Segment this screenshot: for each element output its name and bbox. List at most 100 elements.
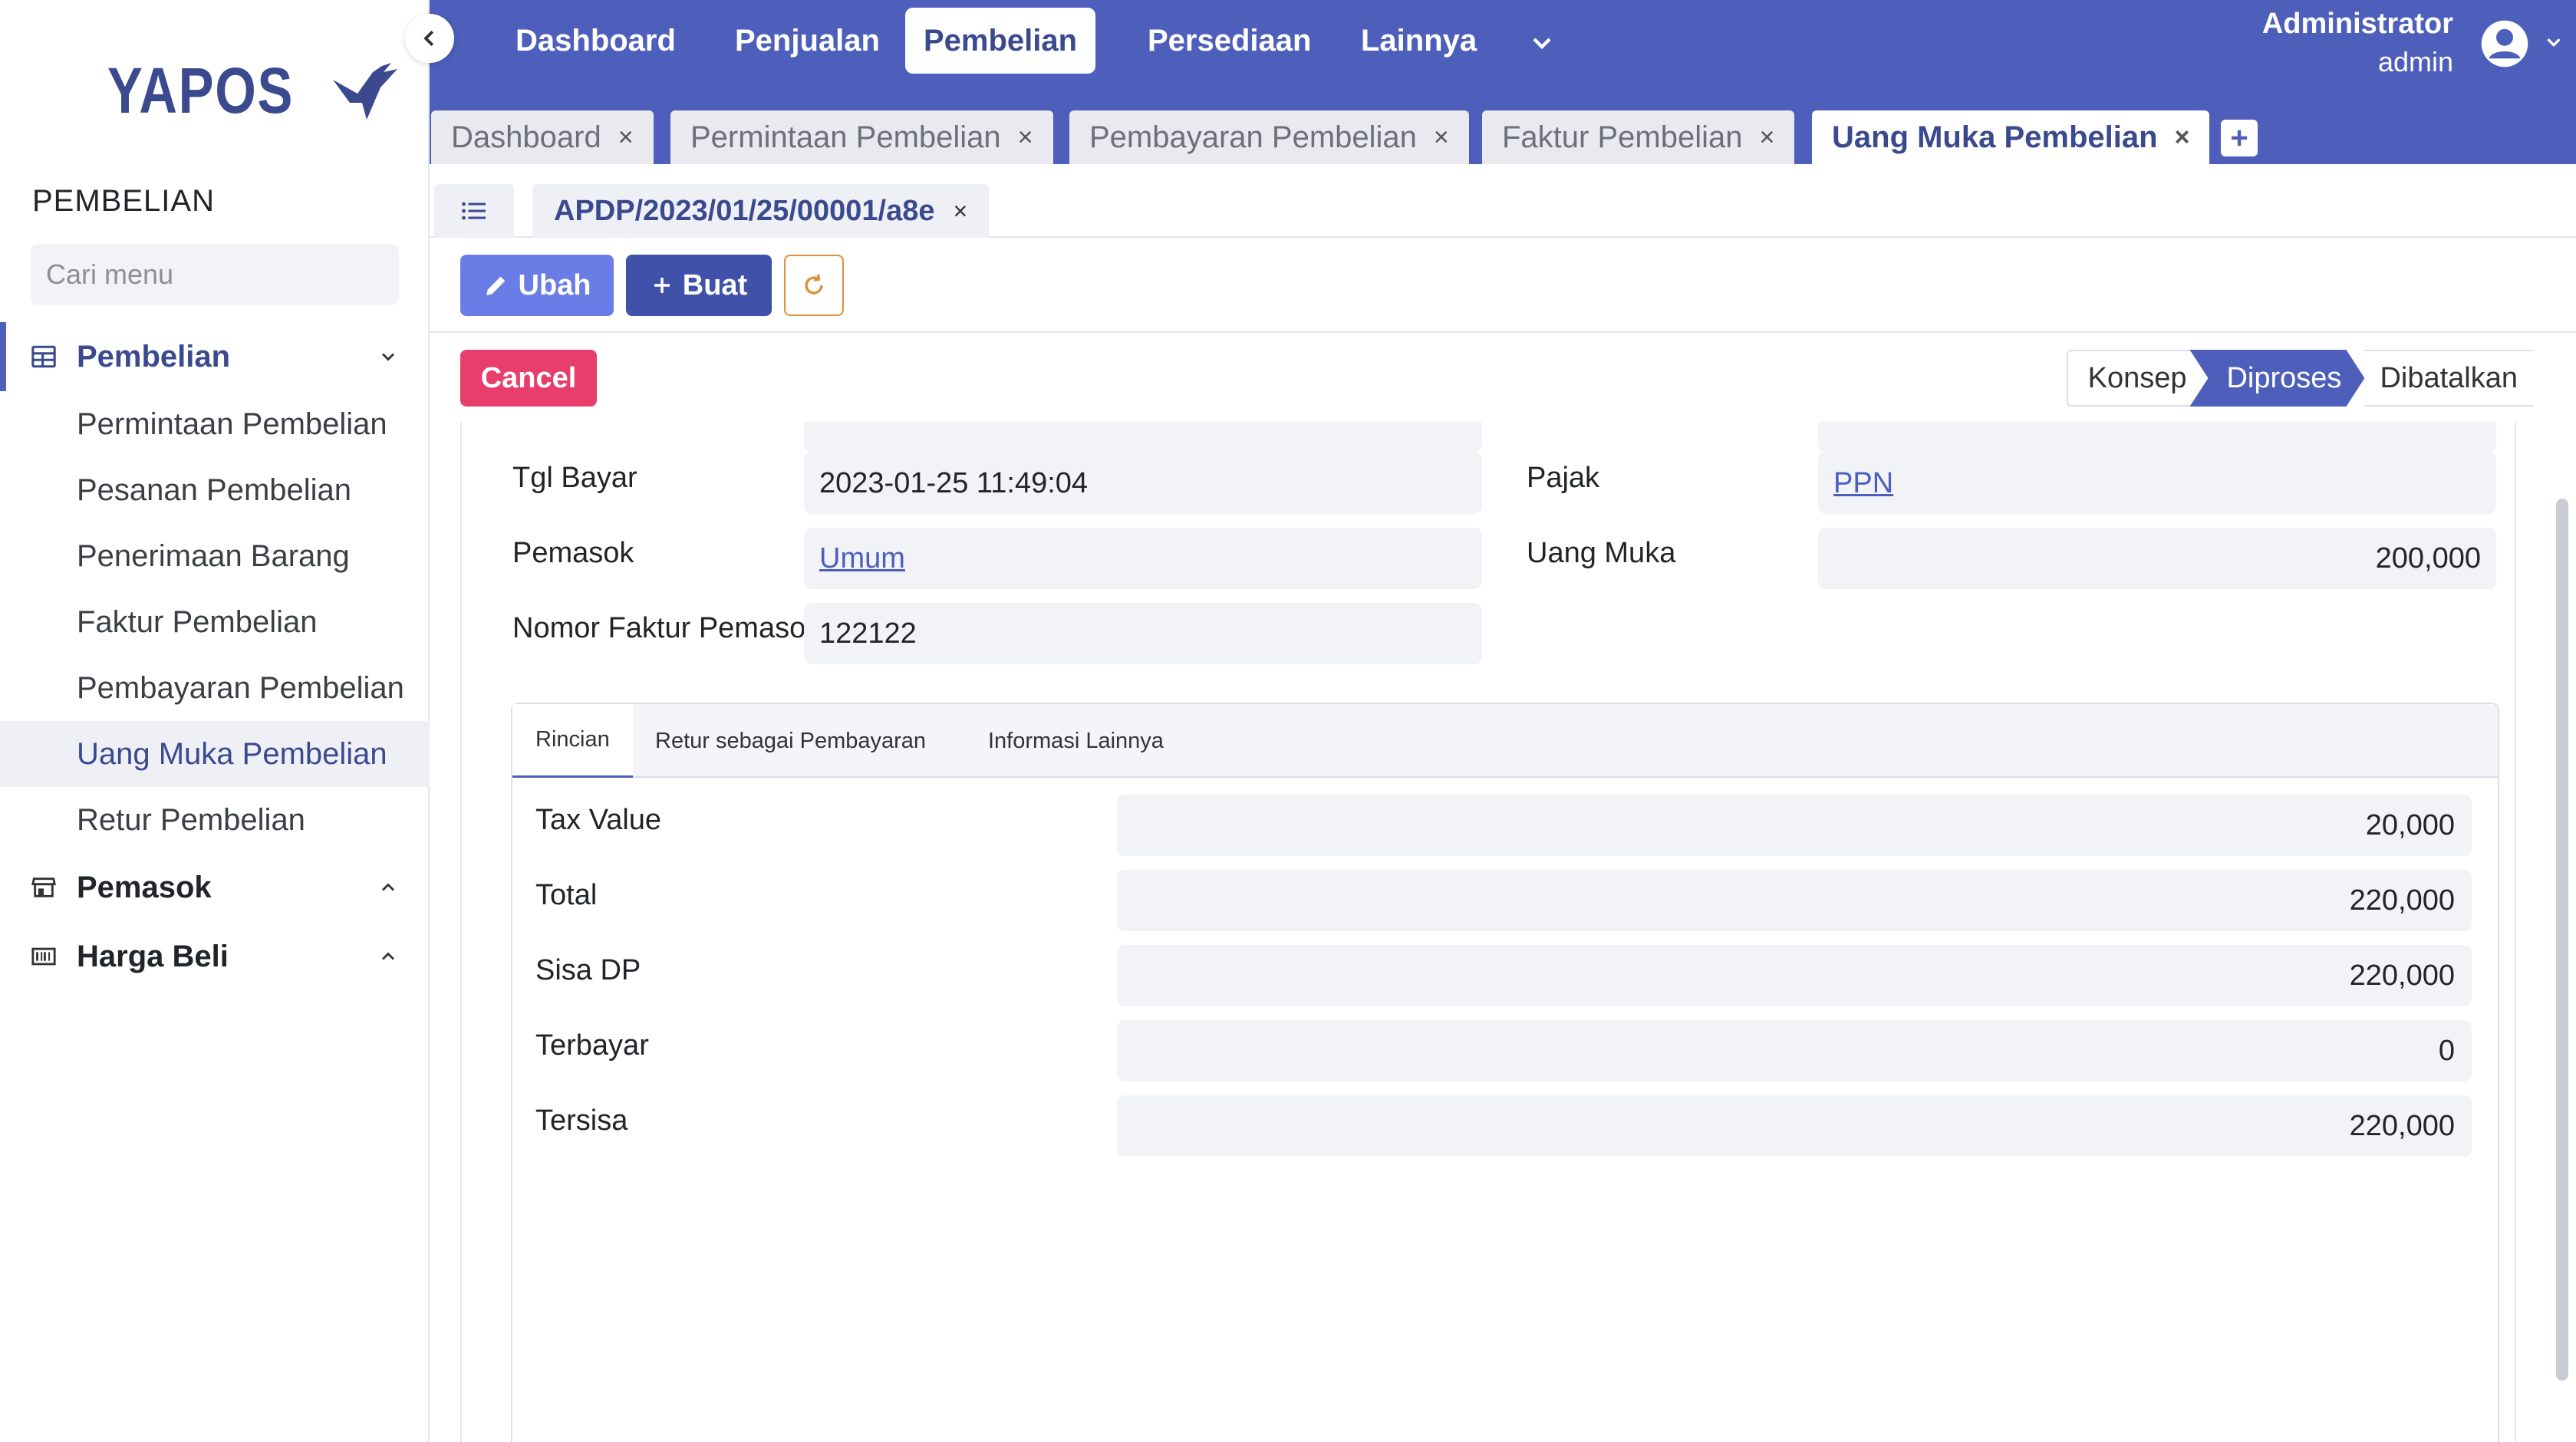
- tab-faktur-pembelian[interactable]: Faktur Pembelian ×: [1482, 110, 1795, 164]
- chevron-down-icon: [382, 353, 394, 361]
- close-icon[interactable]: ×: [618, 123, 634, 153]
- user-info[interactable]: Administrator admin: [2262, 5, 2453, 81]
- refresh-button[interactable]: [784, 255, 844, 316]
- sidebar-item-retur-pembelian[interactable]: Retur Pembelian: [0, 787, 430, 853]
- tax-value-field[interactable]: 20,000: [1117, 795, 2472, 856]
- document-number: APDP/2023/01/25/00001/a8e: [554, 194, 935, 227]
- sidebar-collapse-button[interactable]: [405, 14, 454, 63]
- logo-text: YAPOS: [107, 54, 295, 127]
- tab-rincian[interactable]: Rincian: [512, 704, 633, 778]
- row-label-sisa-dp: Sisa DP: [535, 954, 641, 986]
- table-icon: [31, 345, 56, 368]
- edit-button[interactable]: Ubah: [460, 255, 614, 316]
- page-scrollbar[interactable]: [2556, 499, 2568, 1381]
- clipped-field: [1818, 422, 2496, 453]
- cancel-button[interactable]: Cancel: [460, 350, 597, 407]
- tab-label: Uang Muka Pembelian: [1832, 120, 2158, 154]
- nav-lainnya[interactable]: Lainnya: [1342, 8, 1495, 74]
- stage-diproses[interactable]: Diproses: [2189, 350, 2364, 407]
- sidebar-group-label: Pemasok: [77, 870, 212, 904]
- nav-penjualan[interactable]: Penjualan: [716, 8, 898, 74]
- field-label-tgl-bayar: Tgl Bayar: [512, 462, 637, 494]
- sidebar-section-title: PEMBELIAN: [32, 184, 215, 218]
- field-label-nomor-faktur-pemasok: Nomor Faktur Pemasok: [512, 612, 821, 644]
- field-label-pajak: Pajak: [1527, 462, 1600, 494]
- tab-label: Pembayaran Pembelian: [1089, 120, 1417, 154]
- detail-tabs: Rincian Retur sebagai Pembayaran Informa…: [512, 704, 2498, 778]
- row-label-total: Total: [535, 879, 598, 911]
- sidebar-item-uang-muka-pembelian[interactable]: Uang Muka Pembelian: [0, 721, 430, 787]
- uang-muka-field[interactable]: 200,000: [1818, 528, 2496, 589]
- tersisa-field[interactable]: 220,000: [1117, 1095, 2472, 1157]
- close-icon[interactable]: ×: [1018, 123, 1033, 153]
- stage-dibatalkan[interactable]: Dibatalkan: [2364, 350, 2551, 407]
- create-button[interactable]: Buat: [626, 255, 772, 316]
- status-stages: Konsep Diproses Dibatalkan: [2066, 350, 2551, 407]
- tab-pembayaran-pembelian[interactable]: Pembayaran Pembelian ×: [1069, 110, 1469, 164]
- add-tab-button[interactable]: +: [2221, 120, 2258, 156]
- sidebar-group-label: Harga Beli: [77, 939, 229, 973]
- create-button-label: Buat: [682, 268, 748, 301]
- nomor-faktur-pemasok-field[interactable]: 122122: [804, 603, 1482, 664]
- sidebar-item-pembayaran-pembelian[interactable]: Pembayaran Pembelian: [0, 655, 430, 721]
- sidebar: YAPOS PEMBELIAN Pembelian: [0, 0, 430, 1442]
- user-avatar-icon[interactable]: [2479, 18, 2530, 69]
- row-label-terbayar: Terbayar: [535, 1029, 649, 1062]
- terbayar-field[interactable]: 0: [1117, 1020, 2472, 1082]
- document-tab[interactable]: APDP/2023/01/25/00001/a8e ×: [532, 184, 990, 238]
- chevron-down-icon[interactable]: [1527, 28, 1557, 58]
- chevron-up-icon: [382, 883, 394, 891]
- menu-search-input[interactable]: [46, 258, 403, 291]
- tab-dashboard[interactable]: Dashboard ×: [431, 110, 654, 164]
- close-icon[interactable]: ×: [1434, 123, 1449, 153]
- tab-label: Dashboard: [451, 120, 601, 154]
- sidebar-item-pesanan-pembelian[interactable]: Pesanan Pembelian: [0, 457, 430, 523]
- chevron-down-icon[interactable]: [2542, 31, 2565, 54]
- sidebar-group-pembelian[interactable]: Pembelian: [0, 322, 430, 391]
- open-tabs-bar: Dashboard × Permintaan Pembelian × Pemba…: [430, 91, 2576, 164]
- sidebar-item-permintaan-pembelian[interactable]: Permintaan Pembelian: [0, 391, 430, 457]
- detail-tabs-card: Rincian Retur sebagai Pembayaran Informa…: [511, 703, 2499, 1442]
- pajak-link[interactable]: PPN: [1818, 453, 2496, 514]
- tab-retur-sebagai-pembayaran[interactable]: Retur sebagai Pembayaran: [632, 704, 949, 778]
- top-navbar: Dashboard Penjualan Pembelian Persediaan…: [430, 0, 2576, 91]
- chevron-up-icon: [382, 952, 394, 960]
- stage-konsep[interactable]: Konsep: [2066, 350, 2205, 407]
- plus-icon: [654, 278, 670, 293]
- tab-label: Faktur Pembelian: [1502, 120, 1743, 154]
- tgl-bayar-field[interactable]: 2023-01-25 11:49:04: [804, 453, 1482, 514]
- clipped-field: [804, 422, 1482, 453]
- row-label-tax-value: Tax Value: [535, 804, 662, 836]
- close-icon[interactable]: ×: [1759, 123, 1774, 153]
- edit-button-label: Ubah: [518, 268, 591, 301]
- tab-permintaan-pembelian[interactable]: Permintaan Pembelian ×: [670, 110, 1053, 164]
- sidebar-group-harga-beli[interactable]: Harga Beli: [0, 922, 430, 991]
- form-area: Tgl Bayar 2023-01-25 11:49:04 Pemasok Um…: [460, 422, 2516, 1442]
- close-icon[interactable]: ×: [954, 197, 968, 226]
- total-field[interactable]: 220,000: [1117, 870, 2472, 931]
- chevron-left-icon: [423, 30, 434, 47]
- document-tabs-bar: APDP/2023/01/25/00001/a8e ×: [430, 164, 2576, 238]
- tab-informasi-lainnya[interactable]: Informasi Lainnya: [965, 704, 1187, 778]
- close-icon[interactable]: ×: [2175, 123, 2190, 153]
- sidebar-item-faktur-pembelian[interactable]: Faktur Pembelian: [0, 589, 430, 655]
- nav-persediaan[interactable]: Persediaan: [1129, 8, 1329, 74]
- list-view-button[interactable]: [434, 184, 514, 238]
- sidebar-group-label: Pembelian: [77, 339, 231, 374]
- pencil-icon: [486, 276, 505, 295]
- nav-dashboard[interactable]: Dashboard: [497, 8, 694, 74]
- row-label-tersisa: Tersisa: [535, 1105, 628, 1137]
- sisa-dp-field[interactable]: 220,000: [1117, 945, 2472, 1006]
- logo[interactable]: YAPOS: [107, 54, 404, 128]
- field-label-uang-muka: Uang Muka: [1527, 537, 1676, 569]
- menu-search: [31, 244, 403, 305]
- nav-pembelian[interactable]: Pembelian: [905, 8, 1096, 74]
- barcode-icon: [31, 947, 56, 966]
- sidebar-item-penerimaan-barang[interactable]: Penerimaan Barang: [0, 523, 430, 589]
- refresh-icon: [805, 274, 823, 295]
- pemasok-link[interactable]: Umum: [804, 528, 1482, 589]
- user-role: admin: [2377, 46, 2453, 77]
- tab-uang-muka-pembelian[interactable]: Uang Muka Pembelian ×: [1812, 110, 2210, 164]
- sidebar-group-pemasok[interactable]: Pemasok: [0, 853, 430, 922]
- user-name: Administrator: [2261, 8, 2453, 40]
